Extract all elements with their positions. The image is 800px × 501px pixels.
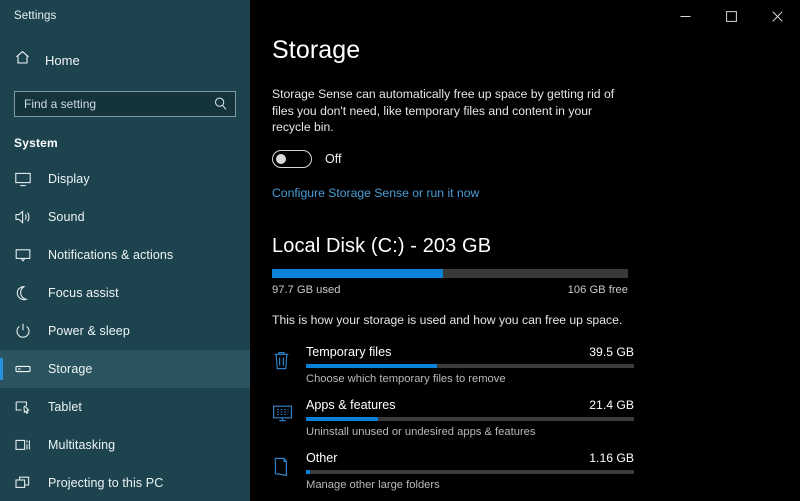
category-name: Temporary files <box>306 344 392 359</box>
disk-title: Local Disk (C:) - 203 GB <box>272 234 492 257</box>
category-size: 1.16 GB <box>589 450 634 465</box>
category-subtitle: Uninstall unused or undesired apps & fea… <box>306 425 536 438</box>
tablet-icon <box>14 398 32 416</box>
disk-used-label: 97.7 GB used <box>272 283 341 296</box>
storage-category-row[interactable]: Other 1.16 GB Manage other large folders <box>272 451 800 491</box>
category-header: Other 1.16 GB <box>306 451 634 465</box>
minimize-icon <box>680 11 691 22</box>
settings-window: Settings Home Find a setting System Disp… <box>0 0 800 501</box>
document-icon <box>272 451 306 491</box>
close-button[interactable] <box>754 0 800 32</box>
sidebar-label: Projecting to this PC <box>48 476 164 490</box>
howto-text: This is how your storage is used and how… <box>272 312 623 327</box>
category-usage-fill <box>306 469 310 474</box>
category-body: Apps & features 21.4 GB Uninstall unused… <box>306 398 634 438</box>
projecting-icon <box>14 474 32 492</box>
disk-usage-fill <box>272 268 443 278</box>
home-icon <box>14 49 31 71</box>
monitor-icon <box>14 170 32 188</box>
trash-icon <box>272 345 306 385</box>
category-usage-bar <box>306 416 634 421</box>
sidebar: Settings Home Find a setting System Disp… <box>0 0 250 501</box>
configure-storage-sense-link[interactable]: Configure Storage Sense or run it now <box>272 186 479 200</box>
speaker-icon <box>14 208 32 226</box>
minimize-button[interactable] <box>662 0 708 32</box>
sidebar-label: Tablet <box>48 400 82 414</box>
category-size: 21.4 GB <box>589 397 634 412</box>
category-usage-bar <box>306 363 634 368</box>
disk-legend: 97.7 GB used 106 GB free <box>272 284 628 296</box>
search-placeholder: Find a setting <box>24 97 97 111</box>
sidebar-item-home[interactable]: Home <box>0 45 250 75</box>
sidebar-label: Sound <box>48 210 85 224</box>
search-wrap: Find a setting <box>0 75 250 117</box>
storage-category-row[interactable]: Temporary files 39.5 GB Choose which tem… <box>272 345 800 385</box>
app-title: Settings <box>14 10 57 22</box>
toggle-knob <box>276 153 286 164</box>
disk-free-label: 106 GB free <box>567 283 628 296</box>
sidebar-item-notifications[interactable]: Notifications & actions <box>0 236 250 274</box>
sidebar-label: Power & sleep <box>48 324 130 338</box>
category-body: Temporary files 39.5 GB Choose which tem… <box>306 345 634 385</box>
apps-monitor-icon <box>272 398 306 438</box>
sidebar-label: Multitasking <box>48 438 116 452</box>
sidebar-item-sound[interactable]: Sound <box>0 198 250 236</box>
category-usage-bar <box>306 469 634 474</box>
sidebar-item-display[interactable]: Display <box>0 160 250 198</box>
category-size: 39.5 GB <box>589 344 634 359</box>
storage-sense-toggle[interactable] <box>272 149 312 168</box>
disk-usage-bar <box>272 268 628 278</box>
sidebar-group-title: System <box>14 136 58 150</box>
power-icon <box>14 322 32 340</box>
sidebar-label: Storage <box>48 362 93 376</box>
storage-sense-description: Storage Sense can automatically free up … <box>272 87 615 134</box>
moon-icon <box>14 284 32 302</box>
sidebar-item-tablet[interactable]: Tablet <box>0 388 250 426</box>
storage-category-list: Temporary files 39.5 GB Choose which tem… <box>272 345 800 491</box>
sidebar-label: Focus assist <box>48 286 119 300</box>
category-usage-fill <box>306 416 379 421</box>
category-subtitle: Manage other large folders <box>306 478 440 491</box>
page-title: Storage <box>272 36 361 64</box>
drive-icon <box>14 360 32 378</box>
notification-icon <box>14 246 32 264</box>
sidebar-item-storage[interactable]: Storage <box>0 350 250 388</box>
main-content: Storage Storage Sense can automatically … <box>250 0 800 501</box>
category-body: Other 1.16 GB Manage other large folders <box>306 451 634 491</box>
sidebar-nav: Display Sound Notifications & actions Fo… <box>0 160 250 501</box>
sidebar-item-projecting[interactable]: Projecting to this PC <box>0 464 250 501</box>
category-usage-fill <box>306 363 438 368</box>
sidebar-item-focus-assist[interactable]: Focus assist <box>0 274 250 312</box>
window-controls <box>662 0 800 32</box>
category-name: Apps & features <box>306 397 396 412</box>
storage-page: Storage Storage Sense can automatically … <box>250 0 800 501</box>
close-icon <box>771 10 783 22</box>
multitasking-icon <box>14 436 32 454</box>
sidebar-label: Notifications & actions <box>48 248 174 262</box>
sidebar-home-label: Home <box>45 52 80 68</box>
storage-category-row[interactable]: Apps & features 21.4 GB Uninstall unused… <box>272 398 800 438</box>
category-name: Other <box>306 450 338 465</box>
sidebar-label: Display <box>48 172 90 186</box>
sidebar-item-multitasking[interactable]: Multitasking <box>0 426 250 464</box>
category-subtitle: Choose which temporary files to remove <box>306 372 506 385</box>
storage-sense-toggle-row: Off <box>272 149 800 168</box>
maximize-button[interactable] <box>708 0 754 32</box>
maximize-icon <box>725 10 737 22</box>
search-icon[interactable] <box>213 96 229 112</box>
sidebar-titlebar: Settings <box>0 0 250 32</box>
search-input[interactable]: Find a setting <box>14 91 236 117</box>
sidebar-item-power-sleep[interactable]: Power & sleep <box>0 312 250 350</box>
category-header: Temporary files 39.5 GB <box>306 345 634 359</box>
toggle-state-label: Off <box>325 151 342 166</box>
category-header: Apps & features 21.4 GB <box>306 398 634 412</box>
